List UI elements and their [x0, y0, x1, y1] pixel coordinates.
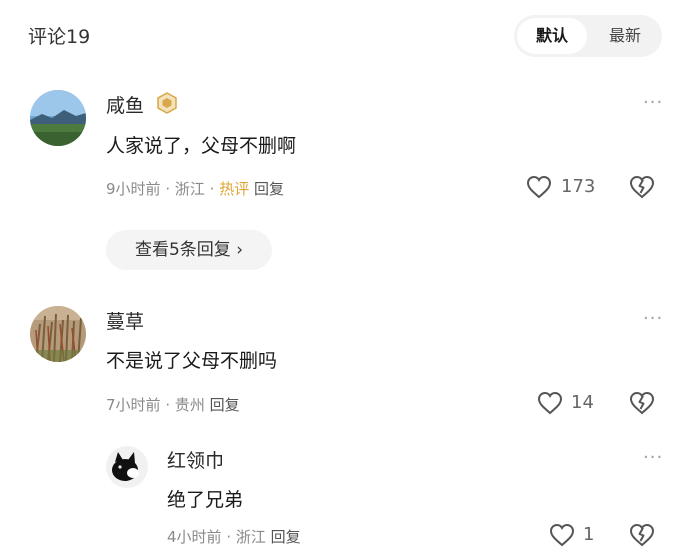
dislike-heart-icon: [629, 391, 655, 415]
more-icon[interactable]: ···: [643, 447, 663, 468]
comment-content: 人家说了，父母不删啊: [106, 135, 297, 157]
reply-meta: 4小时前 · 浙江 回复: [167, 528, 301, 546]
comment-time: 7小时前: [106, 396, 161, 414]
avatar[interactable]: [30, 90, 86, 146]
reply-username[interactable]: 红领巾: [167, 446, 224, 473]
like-count: 14: [571, 392, 594, 413]
heart-icon: [549, 523, 575, 547]
view-replies-button[interactable]: 查看5条回复 ›: [106, 230, 272, 270]
more-icon[interactable]: ···: [643, 92, 663, 113]
like-button[interactable]: 14: [537, 390, 607, 418]
heart-icon: [526, 175, 552, 199]
dislike-button[interactable]: [628, 390, 656, 418]
more-icon[interactable]: ···: [643, 308, 663, 329]
comment-content: 不是说了父母不删吗: [106, 350, 278, 372]
comment-meta: 7小时前 · 贵州 回复: [106, 396, 240, 414]
comments-title: 评论19: [28, 26, 91, 48]
comment-time: 9小时前: [106, 180, 161, 198]
dislike-heart-icon: [629, 523, 655, 547]
like-button[interactable]: 1: [549, 522, 609, 550]
like-button[interactable]: 173: [526, 174, 606, 202]
reply-content: 绝了兄弟: [167, 489, 244, 511]
reply-button[interactable]: 回复: [254, 180, 284, 198]
dislike-button[interactable]: [628, 522, 656, 550]
avatar[interactable]: [30, 306, 86, 362]
sort-default-button[interactable]: 默认: [517, 18, 587, 54]
comment-meta: 9小时前 · 浙江 · 热评 回复: [106, 180, 285, 198]
avatar[interactable]: [106, 446, 148, 488]
sort-toggle: 默认 最新: [514, 15, 662, 57]
comment-username[interactable]: 蔓草: [106, 307, 144, 334]
reply-button[interactable]: 回复: [210, 396, 240, 414]
heart-icon: [537, 391, 563, 415]
comment-username[interactable]: 咸鱼: [106, 91, 144, 118]
comment-location: 浙江: [174, 180, 205, 198]
reply-button[interactable]: 回复: [271, 528, 301, 546]
comment-location: 贵州: [174, 396, 205, 414]
hot-comment-tag: 热评: [219, 180, 250, 198]
dislike-heart-icon: [629, 175, 655, 199]
reply-location: 浙江: [235, 528, 266, 546]
reply-time: 4小时前: [167, 528, 222, 546]
dislike-button[interactable]: [628, 174, 656, 202]
badge-icon: [156, 92, 178, 114]
sort-latest-button[interactable]: 最新: [590, 18, 660, 54]
like-count: 173: [561, 176, 596, 197]
